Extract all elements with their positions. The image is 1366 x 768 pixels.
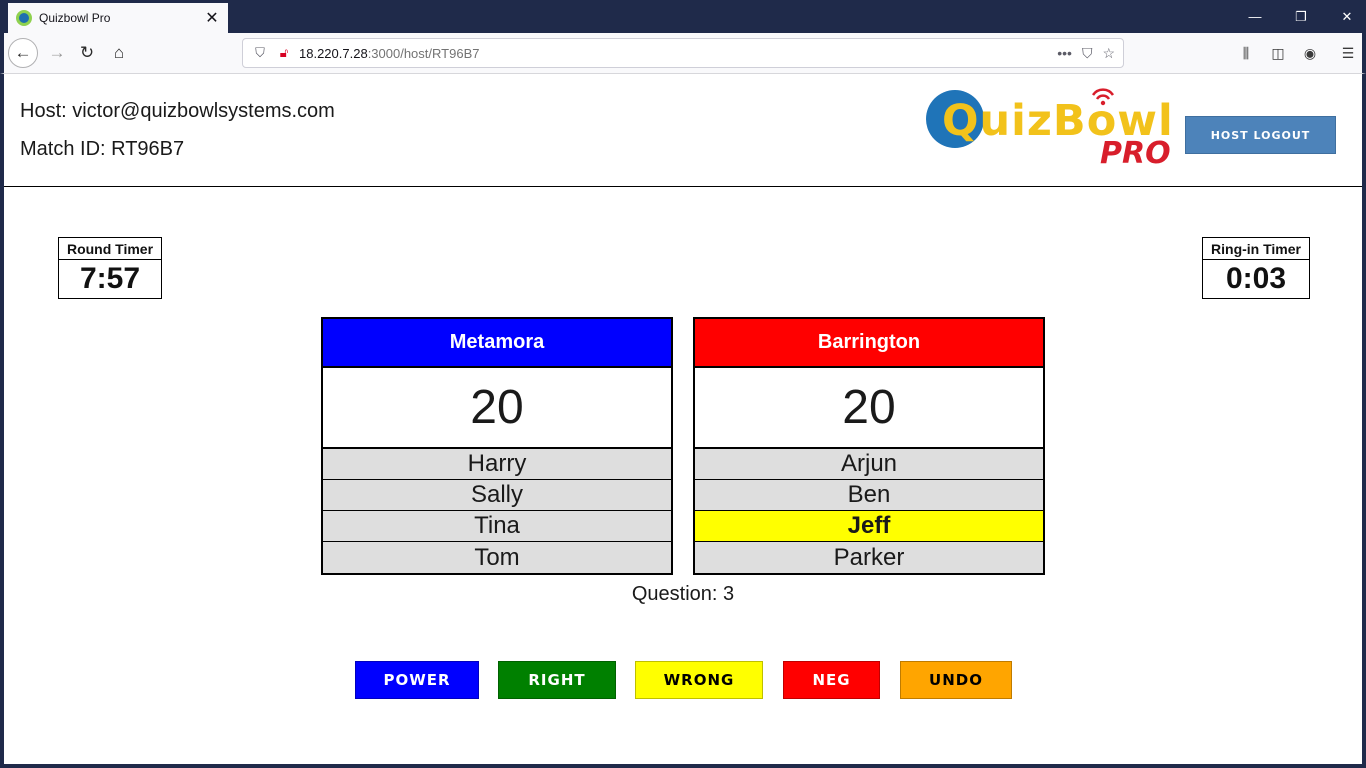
ringin-timer: Ring-in Timer 0:03 xyxy=(1202,237,1310,299)
url-path: :3000/host/RT96B7 xyxy=(367,45,480,61)
player-row[interactable]: Parker xyxy=(695,542,1043,573)
player-row[interactable]: Arjun xyxy=(695,449,1043,480)
more-icon[interactable]: ••• xyxy=(1057,45,1072,62)
page-content: Host: victor@quizbowlsystems.com Match I… xyxy=(4,74,1362,764)
hamburger-menu-icon[interactable]: ☰ xyxy=(1334,38,1362,68)
power-button[interactable]: POWER xyxy=(355,661,479,699)
question-number: Question: 3 xyxy=(631,583,735,605)
round-timer-value: 7:57 xyxy=(79,262,141,295)
reload-icon[interactable]: ↻ xyxy=(72,38,102,68)
browser-tab[interactable]: Quizbowl Pro ✕ xyxy=(8,3,228,33)
url-host: 18.220.7.28 xyxy=(299,45,368,61)
browser-navbar: ← → ↻ ⌂ ⛉ 🔓︎ 18.220.7.28:3000/host/RT96B… xyxy=(0,33,1366,74)
team-name: Metamora xyxy=(323,319,671,368)
pocket-icon[interactable]: ⛉ xyxy=(1082,45,1093,62)
address-bar[interactable]: ⛉ 🔓︎ 18.220.7.28:3000/host/RT96B7 ••• ⛉ … xyxy=(242,38,1124,68)
insecure-lock-icon[interactable]: 🔓︎ xyxy=(275,44,293,62)
close-tab-icon[interactable]: ✕ xyxy=(204,8,220,28)
url-text[interactable]: 18.220.7.28:3000/host/RT96B7 xyxy=(299,46,1057,61)
ringin-timer-label: Ring-in Timer xyxy=(1203,238,1309,260)
round-timer-label: Round Timer xyxy=(59,238,161,260)
ringin-timer-value: 0:03 xyxy=(1225,262,1287,295)
browser-titlebar: Quizbowl Pro ✕ — ❐ ✕ xyxy=(0,0,1366,33)
player-row[interactable]: Jeff xyxy=(695,511,1043,542)
window-frame-bottom xyxy=(0,764,1366,768)
library-icon[interactable]: ⫼ xyxy=(1232,38,1260,68)
team-name: Barrington xyxy=(695,319,1043,368)
player-row[interactable]: Ben xyxy=(695,480,1043,511)
player-row[interactable]: Tom xyxy=(323,542,671,573)
close-window-icon[interactable]: ✕ xyxy=(1324,0,1366,33)
host-email: Host: victor@quizbowlsystems.com xyxy=(20,100,335,122)
right-button[interactable]: RIGHT xyxy=(498,661,616,699)
home-icon[interactable]: ⌂ xyxy=(104,38,134,68)
host-logout-button[interactable]: HOST LOGOUT xyxy=(1185,116,1336,154)
team-score: 20 xyxy=(695,368,1043,449)
sidebar-icon[interactable]: ◫ xyxy=(1264,38,1292,68)
logo-pro: PRO xyxy=(1100,136,1171,171)
page-header: Host: victor@quizbowlsystems.com Match I… xyxy=(4,74,1362,187)
team-score: 20 xyxy=(323,368,671,449)
tab-title: Quizbowl Pro xyxy=(39,11,111,25)
quizbowl-favicon-icon xyxy=(16,10,32,26)
team-card-barrington: Barrington 20 Arjun Ben Jeff Parker xyxy=(693,317,1045,575)
neg-button[interactable]: NEG xyxy=(783,661,880,699)
account-icon[interactable]: ◉ xyxy=(1296,38,1324,68)
minimize-icon[interactable]: — xyxy=(1232,0,1278,33)
star-icon[interactable]: ☆ xyxy=(1102,45,1115,62)
player-row[interactable]: Sally xyxy=(323,480,671,511)
forward-arrow-icon[interactable]: → xyxy=(42,38,72,68)
shield-icon[interactable]: ⛉ xyxy=(251,44,269,62)
window-frame-right xyxy=(1362,74,1366,768)
wrong-button[interactable]: WRONG xyxy=(635,661,763,699)
quizbowl-pro-logo: QuizBowl PRO xyxy=(924,86,1173,176)
player-row[interactable]: Harry xyxy=(323,449,671,480)
back-arrow-icon[interactable]: ← xyxy=(8,38,38,68)
round-timer: Round Timer 7:57 xyxy=(58,237,162,299)
player-row[interactable]: Tina xyxy=(323,511,671,542)
match-id: Match ID: RT96B7 xyxy=(20,138,185,160)
restore-icon[interactable]: ❐ xyxy=(1278,0,1324,33)
undo-button[interactable]: UNDO xyxy=(900,661,1012,699)
team-card-metamora: Metamora 20 Harry Sally Tina Tom xyxy=(321,317,673,575)
